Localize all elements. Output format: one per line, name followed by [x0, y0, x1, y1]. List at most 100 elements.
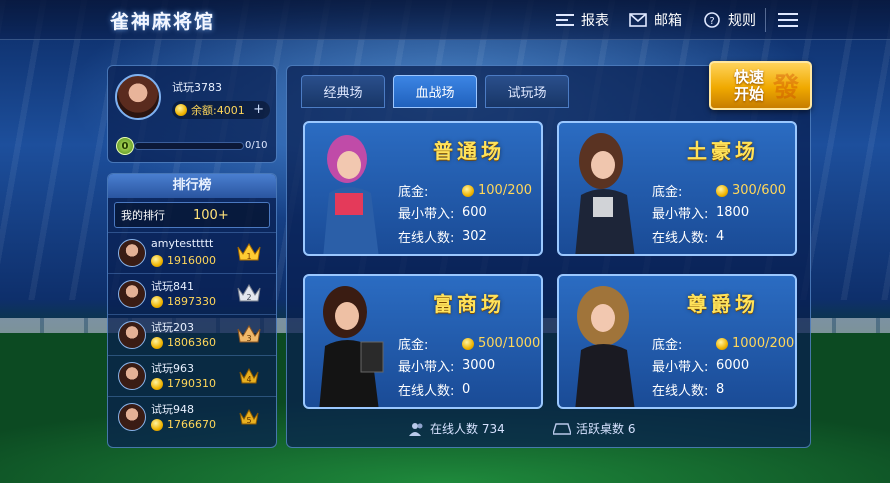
tab-trial[interactable]: 试玩场	[485, 75, 569, 108]
ranking-title: 排行榜	[108, 174, 276, 198]
rank-name: 试玩203	[151, 321, 194, 334]
rank-avatar	[118, 362, 146, 390]
rank-row[interactable]: 试玩963 1790310 4	[108, 355, 276, 396]
online-label: 在线人数:	[398, 384, 455, 399]
rank-coins: 1766670	[151, 418, 216, 431]
rank-name: 试玩963	[151, 362, 194, 375]
room-online: 在线人数: 0	[398, 380, 470, 399]
menu-icon[interactable]	[778, 13, 798, 28]
hostess-portrait	[319, 286, 384, 407]
rank-coins-value: 1806360	[167, 336, 216, 349]
coin-icon	[151, 377, 163, 390]
xp-text: 0/10	[245, 140, 268, 151]
rank-number: 1	[246, 252, 251, 261]
coin-icon	[716, 337, 728, 350]
svg-text:?: ?	[709, 16, 714, 27]
rank-coins: 1790310	[151, 377, 216, 390]
username: 试玩3783	[172, 81, 222, 94]
room-selection-panel: 经典场 血战场 试玩场 快速开始 發 普通场 底金: 100/200 最小带入: 6…	[286, 61, 812, 448]
room-online: 在线人数: 302	[398, 227, 487, 246]
online-value: 0	[462, 382, 471, 397]
room-min: 最小带入: 600	[398, 203, 487, 222]
rank-row[interactable]: 试玩203 1806360 3	[108, 314, 276, 355]
rank-row[interactable]: amytesttttt 1916000 1	[108, 232, 276, 273]
active-tables-text: 活跃桌数 6	[576, 422, 636, 436]
min-value: 3000	[462, 358, 496, 373]
rank-number: 2	[246, 293, 251, 302]
silver-crown-icon: 2	[237, 284, 261, 302]
rank-name: 试玩841	[151, 280, 194, 293]
room-base: 底金: 500/1000	[398, 334, 540, 353]
base-label: 底金:	[652, 185, 683, 200]
quick-start-button[interactable]: 快速开始 發	[709, 61, 812, 110]
room-min: 最小带入: 6000	[652, 356, 749, 375]
balance-bar: 余额:4001 +	[172, 101, 270, 119]
users-icon	[409, 422, 423, 436]
crown-icon: 5	[239, 408, 259, 425]
report-icon	[555, 11, 575, 29]
room-min: 最小带入: 3000	[398, 356, 495, 375]
coin-icon	[151, 418, 163, 431]
tab-bloodbattle[interactable]: 血战场	[393, 75, 477, 108]
min-label: 最小带入:	[652, 207, 709, 222]
rank-coins-value: 1766670	[167, 418, 216, 431]
online-total: 在线人数 734	[409, 420, 505, 437]
quick-start-label: 快速开始	[733, 68, 764, 103]
online-label: 在线人数:	[652, 231, 709, 246]
bronze-crown-icon: 3	[237, 325, 261, 343]
mode-tabs: 经典场 血战场 试玩场	[301, 75, 569, 108]
coin-icon	[462, 184, 474, 197]
coin-icon	[151, 254, 163, 267]
rank-coins-value: 1916000	[167, 254, 216, 267]
report-button[interactable]: 报表	[555, 10, 609, 30]
room-title: 普通场	[433, 139, 505, 163]
mail-button[interactable]: 邮箱	[628, 10, 682, 30]
room-base: 底金: 100/200	[398, 181, 532, 200]
hostess-portrait	[575, 286, 635, 407]
rank-number: 5	[246, 416, 251, 425]
profile-panel: 试玩3783 余额:4001 + 0 0/10	[107, 65, 277, 163]
room-online: 在线人数: 8	[652, 380, 724, 399]
active-tables: 活跃桌数 6	[553, 420, 635, 437]
my-rank-label: 我的排行	[121, 209, 165, 222]
room-base: 底金: 1000/2000	[652, 334, 795, 353]
rank-row[interactable]: 试玩948 1766670 5	[108, 396, 276, 437]
mail-icon	[628, 11, 648, 29]
online-value: 302	[462, 229, 487, 244]
base-label: 底金:	[652, 338, 683, 353]
rank-row[interactable]: 试玩841 1897330 2	[108, 273, 276, 314]
rank-coins: 1916000	[151, 254, 216, 267]
room-card-tuhao[interactable]: 土豪场 底金: 300/600 最小带入: 1800 在线人数: 4	[557, 121, 797, 256]
rank-name: amytesttttt	[151, 237, 214, 250]
balance-text: 余额:4001	[191, 104, 245, 117]
table-icon	[553, 422, 571, 435]
rank-coins: 1897330	[151, 295, 216, 308]
room-card-noble[interactable]: 尊爵场 底金: 1000/2000 最小带入: 6000 在线人数: 8	[557, 274, 797, 409]
room-title: 富商场	[433, 292, 505, 316]
rank-avatar	[118, 239, 146, 267]
tab-classic[interactable]: 经典场	[301, 75, 385, 108]
fa-tile-icon: 發	[773, 73, 800, 103]
add-balance-button[interactable]: +	[253, 102, 264, 117]
room-card-merchant[interactable]: 富商场 底金: 500/1000 最小带入: 3000 在线人数: 0	[303, 274, 543, 409]
avatar[interactable]	[115, 74, 161, 120]
base-label: 底金:	[398, 185, 429, 200]
coin-icon	[151, 295, 163, 308]
hostess-portrait	[323, 135, 379, 254]
online-label: 在线人数:	[398, 231, 455, 246]
coin-icon	[716, 184, 728, 197]
min-value: 1800	[716, 205, 750, 220]
coin-icon	[175, 104, 187, 116]
online-value: 4	[716, 229, 725, 244]
rank-avatar	[118, 403, 146, 431]
online-label: 在线人数:	[652, 384, 709, 399]
min-value: 600	[462, 205, 487, 220]
coin-icon	[462, 337, 474, 350]
app-title: 雀神麻将馆	[110, 11, 216, 33]
room-card-normal[interactable]: 普通场 底金: 100/200 最小带入: 600 在线人数: 302	[303, 121, 543, 256]
min-label: 最小带入:	[652, 360, 709, 375]
rank-coins-value: 1790310	[167, 377, 216, 390]
room-title: 尊爵场	[687, 292, 759, 316]
rules-button[interactable]: ? 规则	[702, 10, 756, 30]
rank-avatar	[118, 321, 146, 349]
